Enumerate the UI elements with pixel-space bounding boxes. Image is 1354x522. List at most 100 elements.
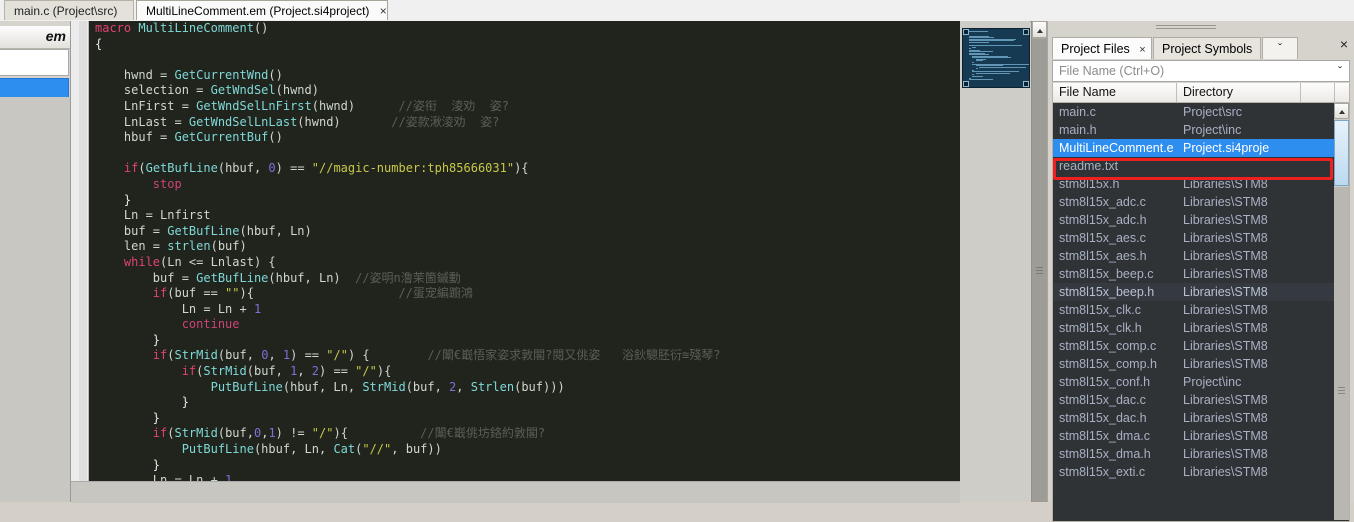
tab-project-files[interactable]: Project Files × [1052, 37, 1152, 59]
code-line: } [89, 411, 960, 427]
code-editor[interactable]: macro MultiLineComment(){ hwnd = GetCurr… [71, 21, 960, 481]
close-icon[interactable]: × [1139, 44, 1145, 56]
file-list-row[interactable]: stm8l15x_comp.h Libraries\STM8 [1053, 355, 1335, 373]
directory-cell: Project\inc [1183, 375, 1242, 389]
close-icon[interactable]: × [380, 4, 387, 18]
code-token: if [181, 364, 197, 379]
file-name-cell: stm8l15x.h [1059, 177, 1120, 191]
code-token: "//magic-number:tph85666031" [311, 161, 515, 176]
directory-cell: Libraries\STM8 [1183, 285, 1268, 299]
minimap-resize-handle[interactable] [963, 29, 969, 35]
file-name-filter-input[interactable]: File Name (Ctrl+O) ˇ [1052, 60, 1350, 82]
directory-cell: Libraries\STM8 [1183, 393, 1268, 407]
editor-code-area[interactable]: macro MultiLineComment(){ hwnd = GetCurr… [89, 21, 960, 481]
code-token: if [123, 161, 139, 176]
file-name-cell: stm8l15x_exti.c [1059, 465, 1146, 479]
file-list-row[interactable]: main.h Project\inc [1053, 121, 1335, 139]
file-list-scrollbar[interactable] [1334, 103, 1349, 520]
code-token: (buf, [217, 348, 262, 363]
minimap-resize-handle[interactable] [1023, 29, 1029, 35]
code-line: Ln = Ln + 1 [89, 302, 960, 318]
file-list[interactable]: main.c Project\src main.h Project\inc MultiL… [1052, 103, 1350, 522]
file-list-row[interactable]: stm8l15x_dac.h Libraries\STM8 [1053, 409, 1335, 427]
file-list-row[interactable]: stm8l15x_adc.c Libraries\STM8 [1053, 193, 1335, 211]
code-line: LnFirst = GetWndSelLnFirst(hwnd) //姿衔 淩劝… [89, 99, 960, 115]
code-line: } [89, 333, 960, 349]
tab-label: MultiLineComment.em (Project.si4project) [146, 4, 370, 18]
editor-bottom-strip [71, 481, 960, 503]
column-header[interactable] [1301, 83, 1335, 102]
file-list-row[interactable]: MultiLineComment.e Project.si4proje [1053, 139, 1335, 157]
column-header[interactable]: Directory [1177, 83, 1301, 102]
minimap-line [975, 68, 978, 70]
code-token: (Ln <= Lnlast) { [160, 254, 276, 269]
scrollbar-track[interactable] [1334, 187, 1349, 520]
directory-cell: Libraries\STM8 [1183, 321, 1268, 335]
chevron-down-icon[interactable]: ˇ [1262, 37, 1298, 59]
left-panel-input[interactable] [0, 49, 69, 76]
minimap-line [972, 46, 976, 48]
dock-grip-handle-icon[interactable] [1156, 25, 1216, 32]
code-token: hbuf = [95, 130, 175, 145]
code-token: ){ [333, 426, 348, 441]
column-header[interactable]: File Name [1053, 83, 1177, 102]
left-panel-selected-row[interactable] [0, 78, 69, 98]
code-line: buf = GetBufLine(hbuf, Ln) [89, 224, 960, 240]
code-line: macro MultiLineComment() [89, 21, 960, 37]
code-minimap[interactable] [962, 28, 1030, 88]
editor-vertical-scrollbar[interactable] [1031, 21, 1048, 502]
file-list-row[interactable]: stm8l15x_conf.h Project\inc [1053, 373, 1335, 391]
directory-cell: Libraries\STM8 [1183, 249, 1268, 263]
code-token: PutBufLine [210, 379, 283, 394]
file-list-row[interactable]: stm8l15x_aes.h Libraries\STM8 [1053, 247, 1335, 265]
dock-close-icon[interactable]: × [1340, 37, 1348, 51]
code-token: StrMid [203, 364, 247, 379]
tab-multilinecomment-em[interactable]: MultiLineComment.em (Project.si4project)… [136, 0, 388, 20]
code-token: len = [95, 239, 168, 254]
file-name-cell: stm8l15x_dac.h [1059, 411, 1147, 425]
file-name-cell: stm8l15x_dma.c [1059, 429, 1151, 443]
file-list-row[interactable]: stm8l15x.h Libraries\STM8 [1053, 175, 1335, 193]
file-list-row[interactable]: stm8l15x_comp.c Libraries\STM8 [1053, 337, 1335, 355]
file-list-row[interactable]: main.c Project\src [1053, 103, 1335, 121]
minimap-resize-handle[interactable] [963, 81, 969, 87]
scrollbar-track[interactable] [1032, 39, 1047, 502]
file-name-cell: main.c [1059, 105, 1096, 119]
file-list-row[interactable]: stm8l15x_dac.c Libraries\STM8 [1053, 391, 1335, 409]
file-list-row[interactable]: stm8l15x_clk.h Libraries\STM8 [1053, 319, 1335, 337]
code-token: (buf, [217, 426, 254, 441]
code-token: GetWndSelLnLast [188, 114, 298, 129]
scrollbar-thumb[interactable] [1032, 39, 1047, 502]
code-token: continue [181, 317, 240, 332]
file-list-row[interactable]: stm8l15x_dma.h Libraries\STM8 [1053, 445, 1335, 463]
file-list-row[interactable]: stm8l15x_adc.h Libraries\STM8 [1053, 211, 1335, 229]
chevron-down-icon[interactable]: ˇ [1338, 64, 1342, 78]
scroll-up-arrow-icon[interactable] [1032, 21, 1047, 38]
file-list-row[interactable]: readme.txt [1053, 157, 1335, 175]
file-list-row[interactable]: stm8l15x_beep.c Libraries\STM8 [1053, 265, 1335, 283]
code-line: } [89, 395, 960, 411]
file-list-row[interactable]: stm8l15x_beep.h Libraries\STM8 [1053, 283, 1335, 301]
code-token: (hbuf, Ln, [253, 442, 334, 457]
code-token: } [95, 395, 189, 410]
file-list-row[interactable]: stm8l15x_clk.c Libraries\STM8 [1053, 301, 1335, 319]
file-list-row[interactable]: stm8l15x_dma.c Libraries\STM8 [1053, 427, 1335, 445]
tab-main-c[interactable]: main.c (Project\src) [4, 0, 134, 20]
directory-cell: Libraries\STM8 [1183, 195, 1268, 209]
scroll-up-arrow-icon[interactable] [1334, 103, 1349, 119]
file-list-row[interactable]: stm8l15x_exti.c Libraries\STM8 [1053, 463, 1335, 481]
scrollbar-thumb[interactable] [1334, 120, 1349, 186]
tab-project-symbols[interactable]: Project Symbols [1153, 37, 1261, 59]
file-list-row[interactable]: stm8l15x_aes.c Libraries\STM8 [1053, 229, 1335, 247]
code-token: () [268, 130, 283, 145]
minimap-column [960, 21, 1030, 502]
directory-cell: Libraries\STM8 [1183, 303, 1268, 317]
code-token: Cat [333, 442, 356, 457]
minimap-resize-handle[interactable] [1023, 81, 1029, 87]
code-token: 1 [253, 301, 262, 316]
